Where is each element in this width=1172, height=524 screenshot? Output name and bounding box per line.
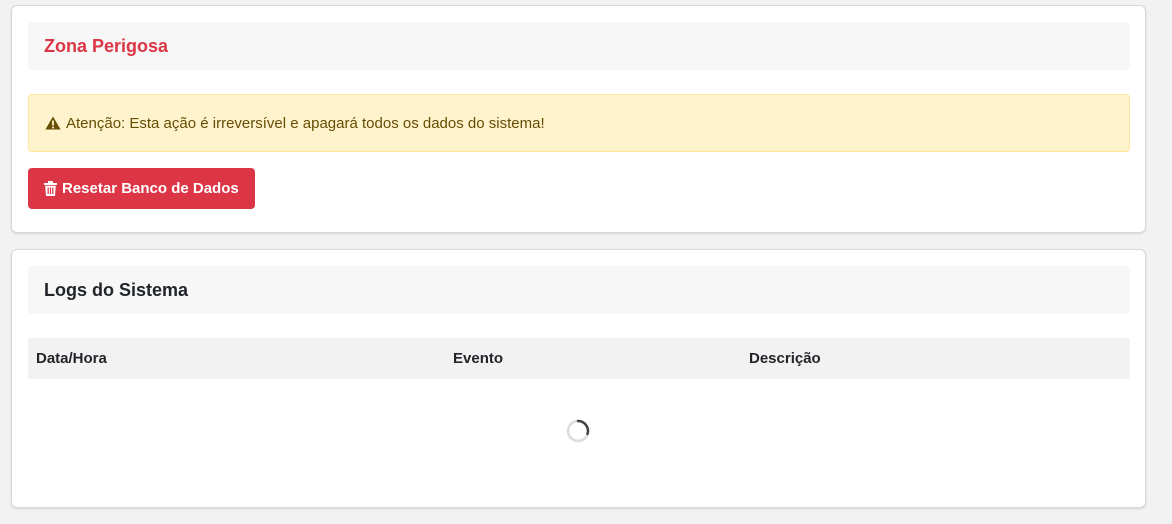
warning-text: Atenção: Esta ação é irreversível e apag… <box>66 114 545 132</box>
column-header-event: Evento <box>453 350 504 367</box>
reset-database-button[interactable]: Resetar Banco de Dados <box>28 168 255 209</box>
logs-table-header: Data/Hora Evento Descrição <box>28 338 1130 379</box>
trash-icon <box>44 181 57 196</box>
danger-zone-card: Zona Perigosa Atenção: Esta ação é irrev… <box>11 5 1146 233</box>
loading-spinner-icon <box>566 419 590 443</box>
column-header-datetime: Data/Hora <box>36 350 107 367</box>
warning-triangle-icon <box>45 116 61 130</box>
system-logs-header: Logs do Sistema <box>28 266 1130 314</box>
system-logs-card: Logs do Sistema Data/Hora Evento Descriç… <box>11 249 1146 508</box>
danger-zone-title: Zona Perigosa <box>44 35 169 56</box>
system-logs-title: Logs do Sistema <box>44 279 189 300</box>
reset-database-label: Resetar Banco de Dados <box>62 180 239 197</box>
danger-zone-header: Zona Perigosa <box>28 22 1130 70</box>
warning-alert: Atenção: Esta ação é irreversível e apag… <box>28 94 1130 152</box>
column-header-description: Descrição <box>749 350 821 367</box>
